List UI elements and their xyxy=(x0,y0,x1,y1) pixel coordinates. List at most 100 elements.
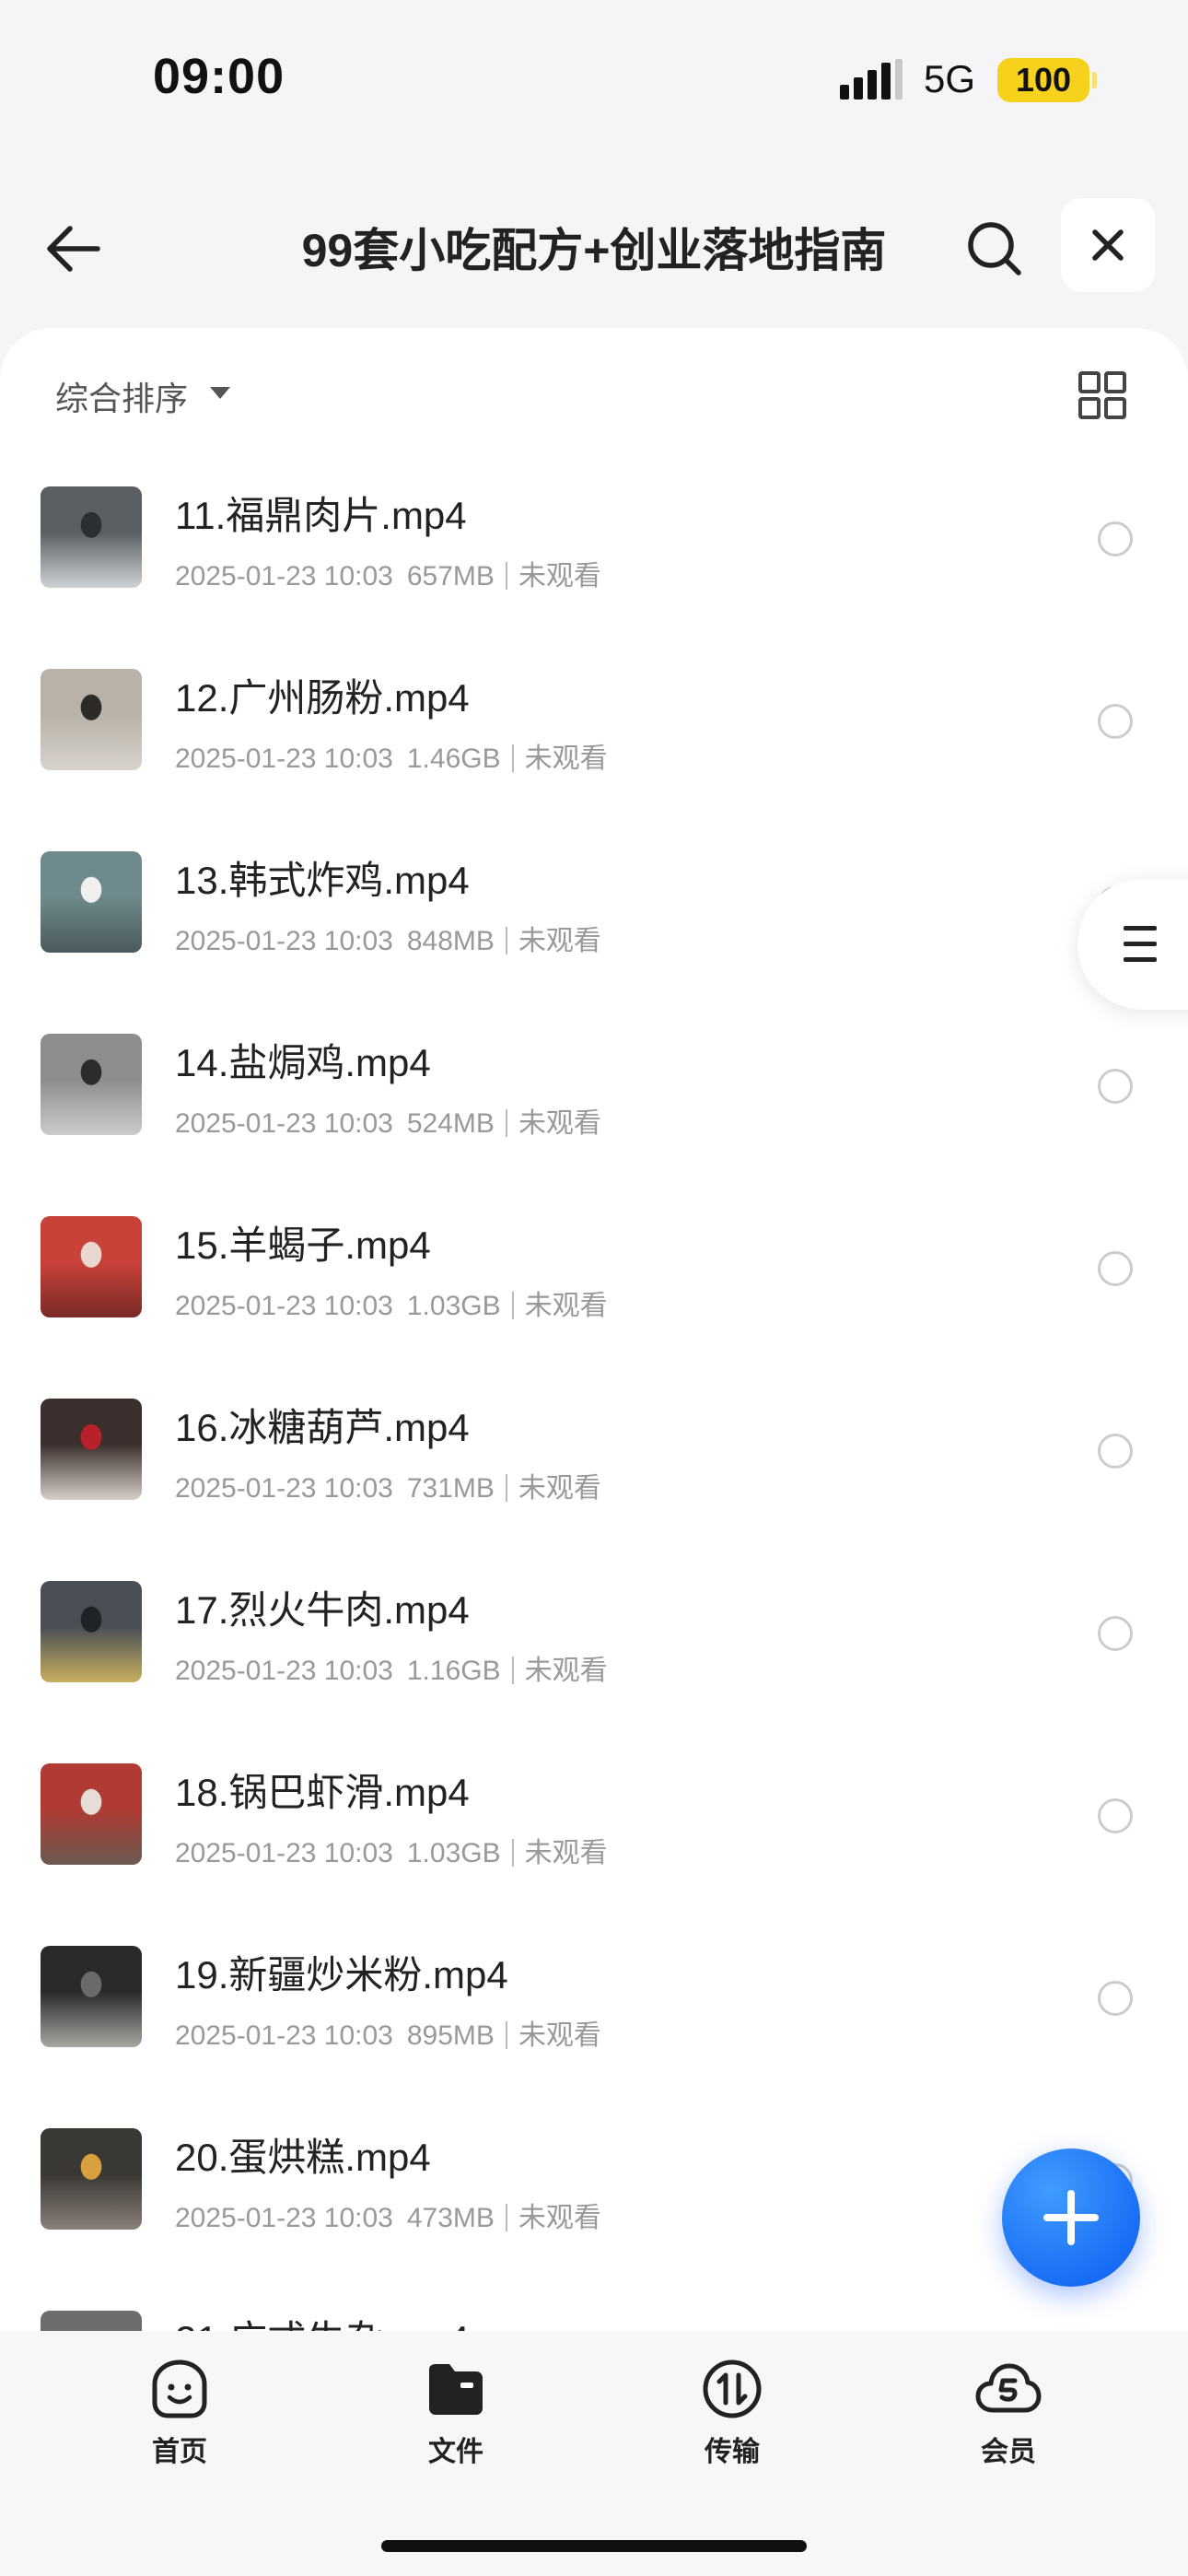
sort-dropdown[interactable]: 综合排序 xyxy=(55,372,188,420)
meta-divider xyxy=(505,2204,507,2231)
nav-vip[interactable]: 会员 xyxy=(926,2357,1091,2469)
video-thumbnail xyxy=(41,486,142,588)
watch-status: 未观看 xyxy=(518,561,601,591)
file-date: 2025-01-23 10:03 xyxy=(175,561,393,591)
file-row[interactable]: 13.韩式炸鸡.mp4 2025-01-23 10:03 848MB 未观看 xyxy=(0,822,1188,1004)
select-radio[interactable] xyxy=(1098,1981,1133,2016)
transfer-icon xyxy=(703,2359,762,2418)
file-panel: 综合排序 11.福鼎肉片.mp4 2025-01-23 10:03 657MB 未观… xyxy=(0,328,1188,2331)
watch-status: 未观看 xyxy=(524,1656,608,1686)
file-meta: 2025-01-23 10:03 1.03GB 未观看 xyxy=(175,1282,608,1323)
meta-divider xyxy=(505,562,507,590)
file-meta: 2025-01-23 10:03 731MB 未观看 xyxy=(175,1465,601,1505)
file-size: 731MB xyxy=(406,1473,495,1504)
file-name: 21.广式牛杂.mp4 xyxy=(175,2309,470,2331)
signal-icon xyxy=(840,59,903,100)
meta-divider xyxy=(505,1474,507,1502)
file-date: 2025-01-23 10:03 xyxy=(175,1108,393,1139)
search-button[interactable] xyxy=(958,212,1031,286)
file-name: 13.韩式炸鸡.mp4 xyxy=(175,859,470,902)
meta-divider xyxy=(511,1657,514,1684)
file-row[interactable]: 12.广州肠粉.mp4 2025-01-23 10:03 1.46GB 未观看 xyxy=(0,639,1188,822)
watch-status: 未观看 xyxy=(518,2020,601,2051)
nav-transfer[interactable]: 传输 xyxy=(649,2357,815,2469)
status-time: 09:00 xyxy=(153,49,285,104)
file-meta: 2025-01-23 10:03 1.03GB 未观看 xyxy=(175,1830,608,1870)
file-size: 473MB xyxy=(406,2203,495,2233)
file-row[interactable]: 15.羊蝎子.mp4 2025-01-23 10:03 1.03GB 未观看 xyxy=(0,1187,1188,1369)
home-face-icon xyxy=(152,2359,207,2418)
video-thumbnail xyxy=(41,2311,142,2331)
file-name: 16.冰糖葫芦.mp4 xyxy=(175,1406,470,1449)
grid-view-icon[interactable] xyxy=(1077,370,1127,420)
nav-files[interactable]: 文件 xyxy=(373,2357,539,2469)
file-name: 19.新疆炒米粉.mp4 xyxy=(175,1953,508,1996)
file-row[interactable]: 17.烈火牛肉.mp4 2025-01-23 10:03 1.16GB 未观看 xyxy=(0,1551,1188,1734)
file-size: 895MB xyxy=(406,2020,495,2051)
file-size: 1.46GB xyxy=(406,744,501,774)
file-size: 848MB xyxy=(406,926,495,956)
search-icon xyxy=(968,222,1021,275)
vip-cloud-icon xyxy=(975,2363,1042,2413)
file-row[interactable]: 21.广式牛杂.mp4 xyxy=(0,2281,1188,2331)
select-radio[interactable] xyxy=(1098,1616,1133,1651)
select-radio[interactable] xyxy=(1098,1251,1133,1286)
video-thumbnail xyxy=(41,1034,142,1135)
file-size: 657MB xyxy=(406,561,495,591)
select-radio[interactable] xyxy=(1098,704,1133,739)
caret-down-icon[interactable] xyxy=(210,387,230,399)
video-thumbnail xyxy=(41,669,142,770)
nav-home-label: 首页 xyxy=(152,2437,207,2467)
watch-status: 未观看 xyxy=(518,1473,601,1504)
home-indicator xyxy=(381,2540,807,2552)
file-date: 2025-01-23 10:03 xyxy=(175,1656,393,1686)
file-size: 1.03GB xyxy=(406,1838,501,1868)
video-thumbnail xyxy=(41,1399,142,1500)
menu-line-icon xyxy=(1124,942,1157,946)
file-name: 17.烈火牛肉.mp4 xyxy=(175,1588,470,1632)
file-meta: 2025-01-23 10:03 1.16GB 未观看 xyxy=(175,1647,608,1688)
watch-status: 未观看 xyxy=(518,926,601,956)
watch-status: 未观看 xyxy=(524,1838,608,1868)
nav-home[interactable]: 首页 xyxy=(97,2357,262,2469)
file-size: 1.16GB xyxy=(406,1656,501,1686)
file-date: 2025-01-23 10:03 xyxy=(175,2203,393,2233)
file-date: 2025-01-23 10:03 xyxy=(175,1291,393,1321)
file-date: 2025-01-23 10:03 xyxy=(175,744,393,774)
file-name: 14.盐焗鸡.mp4 xyxy=(175,1041,431,1084)
menu-line-icon xyxy=(1124,957,1157,962)
close-button[interactable] xyxy=(1061,198,1155,292)
folder-icon xyxy=(429,2364,483,2415)
file-row[interactable]: 14.盐焗鸡.mp4 2025-01-23 10:03 524MB 未观看 xyxy=(0,1004,1188,1187)
video-thumbnail xyxy=(41,1946,142,2047)
file-row[interactable]: 11.福鼎肉片.mp4 2025-01-23 10:03 657MB 未观看 xyxy=(0,457,1188,639)
menu-line-icon xyxy=(1124,926,1157,931)
file-row[interactable]: 16.冰糖葫芦.mp4 2025-01-23 10:03 731MB 未观看 xyxy=(0,1369,1188,1551)
nav-files-label: 文件 xyxy=(428,2437,483,2467)
meta-divider xyxy=(505,1109,507,1137)
status-bar: 09:00 5G 100 xyxy=(0,0,1188,157)
file-meta: 2025-01-23 10:03 848MB 未观看 xyxy=(175,918,601,958)
close-icon xyxy=(1092,229,1124,261)
sort-bar: 综合排序 xyxy=(0,328,1188,457)
select-radio[interactable] xyxy=(1098,1798,1133,1833)
file-meta: 2025-01-23 10:03 473MB 未观看 xyxy=(175,2195,601,2235)
file-row[interactable]: 18.锅巴虾滑.mp4 2025-01-23 10:03 1.03GB 未观看 xyxy=(0,1734,1188,1916)
select-radio[interactable] xyxy=(1098,1069,1133,1104)
select-radio[interactable] xyxy=(1098,521,1133,556)
watch-status: 未观看 xyxy=(518,2203,601,2233)
file-name: 20.蛋烘糕.mp4 xyxy=(175,2136,431,2179)
meta-divider xyxy=(511,1839,514,1867)
file-row[interactable]: 19.新疆炒米粉.mp4 2025-01-23 10:03 895MB 未观看 xyxy=(0,1916,1188,2099)
nav-transfer-label: 传输 xyxy=(705,2437,760,2467)
meta-divider xyxy=(511,744,514,772)
add-button[interactable] xyxy=(1002,2149,1140,2287)
file-name: 11.福鼎肉片.mp4 xyxy=(175,494,467,537)
file-name: 12.广州肠粉.mp4 xyxy=(175,676,470,720)
video-thumbnail xyxy=(41,1763,142,1865)
select-radio[interactable] xyxy=(1098,1434,1133,1469)
watch-status: 未观看 xyxy=(524,1291,608,1321)
video-thumbnail xyxy=(41,851,142,953)
file-meta: 2025-01-23 10:03 524MB 未观看 xyxy=(175,1100,601,1141)
video-thumbnail xyxy=(41,1216,142,1317)
